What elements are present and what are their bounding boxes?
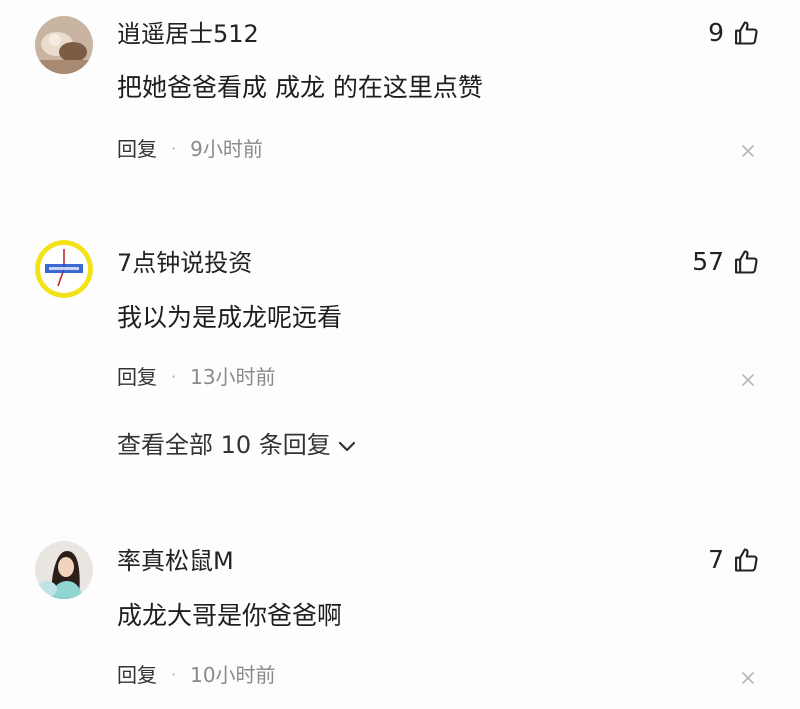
timestamp: 13小时前 xyxy=(190,365,276,389)
like-button[interactable]: 9 xyxy=(708,18,760,48)
thumbs-up-icon xyxy=(732,248,760,276)
separator-dot: · xyxy=(171,139,177,158)
comment-meta: 回复 · 13小时前 xyxy=(117,364,276,390)
view-all-replies-button[interactable]: 查看全部 10 条回复 xyxy=(117,430,357,460)
reply-button[interactable]: 回复 xyxy=(117,136,157,162)
thumbs-up-icon xyxy=(732,546,760,574)
avatar[interactable] xyxy=(35,240,93,298)
thumbs-up-icon xyxy=(732,19,760,47)
username[interactable]: 率真松鼠M xyxy=(117,546,234,576)
reply-button[interactable]: 回复 xyxy=(117,364,157,390)
comment-text: 我以为是成龙呢远看 xyxy=(117,303,343,332)
view-all-replies-label: 查看全部 10 条回复 xyxy=(117,431,331,459)
separator-dot: · xyxy=(171,367,177,386)
like-count: 57 xyxy=(692,247,724,276)
like-count: 9 xyxy=(708,18,724,47)
avatar[interactable] xyxy=(35,16,93,74)
like-button[interactable]: 57 xyxy=(692,247,760,277)
timestamp: 9小时前 xyxy=(190,137,263,161)
username[interactable]: 7点钟说投资 xyxy=(117,248,252,278)
avatar[interactable] xyxy=(35,541,93,599)
close-icon[interactable] xyxy=(741,671,755,685)
close-icon[interactable] xyxy=(741,144,755,158)
like-count: 7 xyxy=(708,545,724,574)
timestamp: 10小时前 xyxy=(190,663,276,687)
close-icon[interactable] xyxy=(741,373,755,387)
comment-meta: 回复 · 10小时前 xyxy=(117,662,276,688)
like-button[interactable]: 7 xyxy=(708,545,760,575)
comment-text: 把她爸爸看成 成龙 的在这里点赞 xyxy=(117,73,483,102)
chevron-down-icon xyxy=(337,430,357,460)
separator-dot: · xyxy=(171,665,177,684)
username[interactable]: 逍遥居士512 xyxy=(117,19,259,49)
comment-meta: 回复 · 9小时前 xyxy=(117,136,263,162)
reply-button[interactable]: 回复 xyxy=(117,662,157,688)
comment-text: 成龙大哥是你爸爸啊 xyxy=(117,601,343,630)
